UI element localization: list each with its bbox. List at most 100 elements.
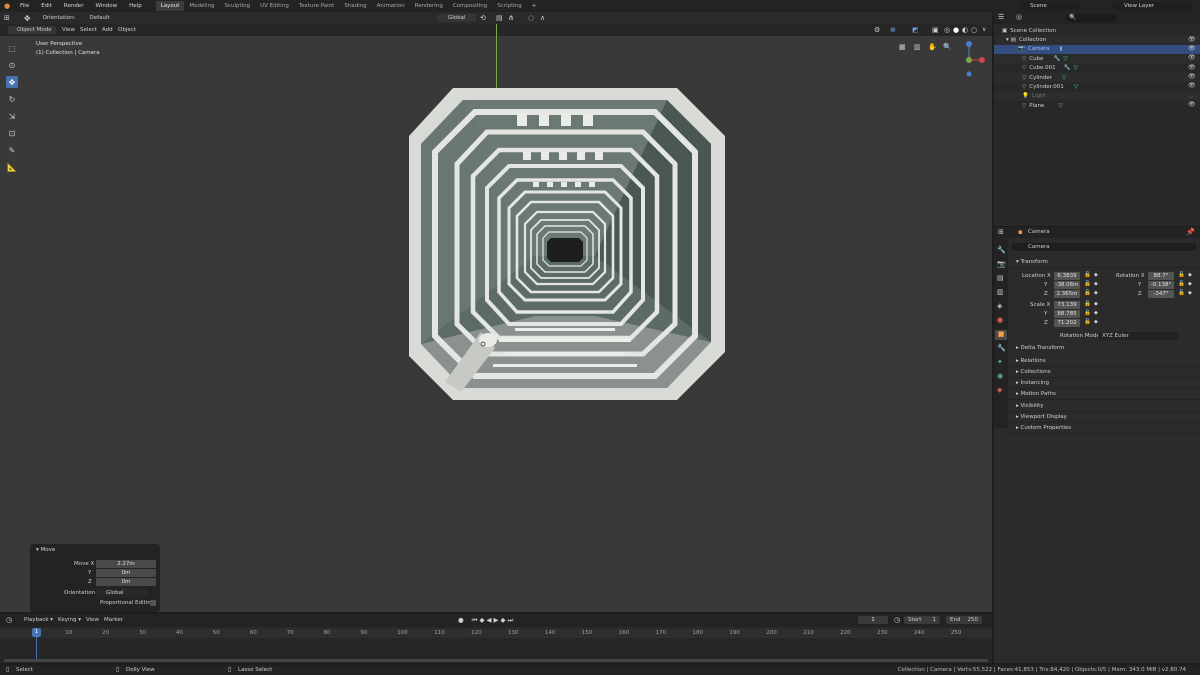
outliner-item-cylinder001[interactable]: ▽ Cylinder.001 ▽ (994, 82, 1200, 91)
orientation-dropdown[interactable]: Default (85, 14, 132, 22)
keyframe-dot-icon[interactable]: ◆ (1094, 290, 1098, 296)
tab-scripting[interactable]: Scripting (492, 1, 526, 11)
marker-menu[interactable]: Marker (100, 616, 127, 624)
record-icon[interactable]: ● (458, 616, 464, 625)
keyframe-dot-icon[interactable]: ◆ (1094, 281, 1098, 287)
physics-tab-icon[interactable]: ◉ (997, 372, 1003, 380)
keyframe-dot-icon[interactable]: ◆ (1188, 272, 1192, 278)
select-box-icon[interactable]: ⬚ (6, 42, 18, 54)
transform-tool-icon[interactable]: ✥ (24, 14, 31, 23)
rotation-x-field[interactable]: 88.7° (1148, 272, 1174, 280)
view-layer-selector[interactable]: View Layer (1112, 2, 1192, 10)
outliner-item-cube[interactable]: ▽ Cube 🔧 ▽ (994, 54, 1200, 64)
tab-modeling[interactable]: Modeling (184, 1, 219, 11)
delta-transform-header[interactable]: ▸ Delta Transform (1016, 345, 1064, 351)
transform-panel-header[interactable]: ▾ Transform (1008, 257, 1200, 268)
scene-selector[interactable]: Scene (1020, 2, 1080, 10)
scene-tab-icon[interactable]: ◈ (997, 302, 1002, 310)
scale-z-field[interactable]: 71.202 (1054, 319, 1080, 327)
lock-icon[interactable]: 🔓 (1084, 290, 1091, 296)
next-keyframe-icon[interactable]: ◆ (501, 616, 506, 625)
eye-closed-icon[interactable]: ◡ (1188, 92, 1193, 99)
rotation-mode-dropdown[interactable]: XYZ Euler (1098, 332, 1178, 340)
rotation-y-field[interactable]: -0.138° (1148, 281, 1174, 289)
outliner-item-plane[interactable]: ▽ Plane ▽ (994, 101, 1200, 110)
collection-toggle-icon[interactable]: ▾ (1006, 37, 1009, 43)
world-tab-icon[interactable]: ● (997, 316, 1003, 324)
relations-panel[interactable]: ▸ Relations (1008, 356, 1200, 367)
modifier-tab-icon[interactable]: 🔧 (997, 344, 1006, 352)
location-z-field[interactable]: 2.365m (1054, 290, 1080, 298)
tab-layout[interactable]: Layout (155, 1, 185, 11)
lock-icon[interactable]: 🔓 (1178, 290, 1185, 296)
outliner-item-cylinder[interactable]: ▽ Cylinder ▽ (994, 73, 1200, 83)
move-y-field[interactable]: 0m (96, 569, 156, 577)
location-y-field[interactable]: -38.08m (1054, 281, 1080, 289)
tool-tab-icon[interactable]: 🔧 (997, 246, 1006, 254)
pivot-icon[interactable]: ⟲ (480, 14, 486, 22)
shading-options-icon[interactable]: ∨ (982, 26, 986, 33)
tab-rendering[interactable]: Rendering (410, 1, 448, 11)
move-x-field[interactable]: 2.27m (96, 560, 156, 568)
shading-material-icon[interactable]: ◐ (962, 26, 968, 34)
move-tool-icon[interactable]: ✥ (6, 76, 18, 88)
playhead[interactable]: 1 (32, 628, 41, 637)
perspective-toggle-icon[interactable]: ▥ (914, 43, 921, 51)
outliner-editor-icon[interactable]: ☰ (998, 13, 1004, 21)
eye-icon[interactable]: 👁 (1188, 82, 1196, 89)
menu-help[interactable]: Help (123, 3, 148, 9)
render-tab-icon[interactable]: 📷 (997, 260, 1006, 268)
collections-panel[interactable]: ▸ Collections (1008, 367, 1200, 378)
outliner-search-input[interactable]: 🔍 (1066, 14, 1116, 22)
eye-icon[interactable]: 👁 (1188, 101, 1196, 108)
outliner-item-camera[interactable]: 📷 Camera ▮ (994, 44, 1200, 55)
gizmo-toggle-icon[interactable]: ⊕ (890, 26, 896, 34)
shading-rendered-icon[interactable]: ○ (971, 26, 977, 34)
shading-solid-icon[interactable]: ● (953, 26, 959, 34)
constraints-tab-icon[interactable]: ◆ (997, 386, 1002, 394)
menu-file[interactable]: File (14, 3, 35, 9)
scale-tool-icon[interactable]: ⇲ (6, 110, 18, 122)
xray-icon[interactable]: ▣ (932, 26, 939, 34)
add-workspace-icon[interactable]: + (527, 1, 542, 11)
proportional-icon[interactable]: ◌ (528, 14, 534, 22)
annotate-icon[interactable]: ✎ (6, 144, 18, 156)
operator-title[interactable]: ▾ Move (36, 547, 55, 553)
object-tab-icon[interactable]: ■ (995, 330, 1007, 340)
blender-logo-icon[interactable]: ● (0, 2, 14, 10)
shading-wireframe-icon[interactable]: ◎ (944, 26, 950, 34)
properties-editor-icon[interactable]: ⊞ (998, 228, 1004, 236)
scale-x-field[interactable]: 73.139 (1054, 301, 1080, 309)
pan-icon[interactable]: ✋ (928, 43, 937, 51)
overlay-toggle-icon[interactable]: ◩ (912, 26, 919, 34)
zoom-icon[interactable]: 🔍 (943, 43, 952, 51)
menu-render[interactable]: Render (58, 3, 90, 9)
timeline-scrollbar[interactable] (4, 659, 988, 662)
particles-tab-icon[interactable]: ✦ (997, 358, 1003, 366)
transform-orientation-dropdown[interactable]: Global (438, 14, 476, 22)
lock-icon[interactable]: 🔓 (1084, 272, 1091, 278)
keyframe-dot-icon[interactable]: ◆ (1188, 290, 1192, 296)
mode-dropdown[interactable]: Object Mode (8, 26, 56, 34)
menu-edit[interactable]: Edit (35, 3, 58, 9)
object-name-field[interactable]: Camera (1012, 243, 1196, 251)
lock-icon[interactable]: 🔓 (1178, 281, 1185, 287)
outliner-item-light[interactable]: 💡 Light ◌ (994, 91, 1200, 102)
rotate-tool-icon[interactable]: ↻ (6, 93, 18, 105)
outliner-item-cube001[interactable]: ▽ Cube.001 🔧 ▽ (994, 64, 1200, 73)
collection-row[interactable]: ▾ ▤ Collection (994, 35, 1200, 45)
lock-icon[interactable]: 🔓 (1084, 281, 1091, 287)
tab-animation[interactable]: Animation (372, 1, 410, 11)
play-icon[interactable]: ▶ (494, 616, 499, 625)
keyframe-dot-icon[interactable]: ◆ (1188, 281, 1192, 287)
editor-type-icon[interactable]: ⊞ (4, 14, 10, 22)
keyframe-dot-icon[interactable]: ◆ (1094, 272, 1098, 278)
proportional-checkbox[interactable] (150, 600, 156, 606)
tab-texture-paint[interactable]: Texture Paint (294, 1, 340, 11)
transform-tool-icon-2[interactable]: ⊡ (6, 127, 18, 139)
visibility-panel[interactable]: ▸ Visibility (1008, 401, 1200, 412)
snap-icon[interactable]: ▤ (496, 14, 503, 22)
output-tab-icon[interactable]: ▤ (997, 274, 1004, 282)
navigation-gizmo[interactable] (955, 38, 987, 80)
keying-menu[interactable]: Keying ▾ (54, 616, 85, 624)
